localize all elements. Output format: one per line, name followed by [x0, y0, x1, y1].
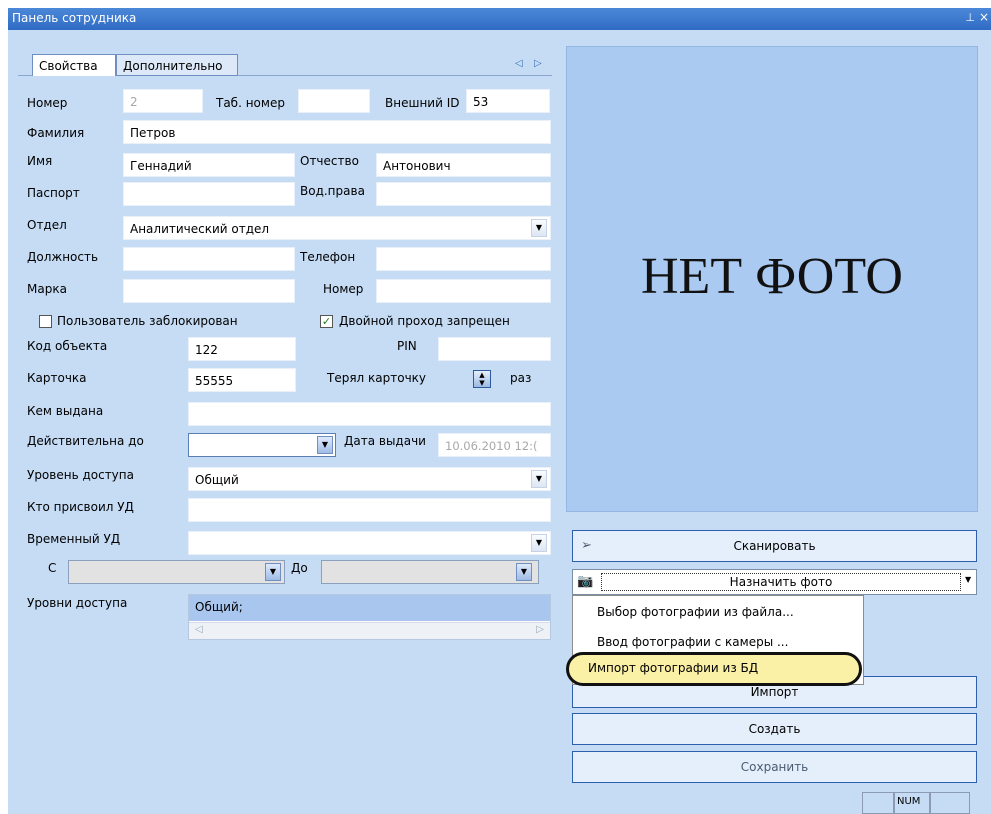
to-field[interactable]: [321, 560, 539, 584]
menu-item-from-camera[interactable]: Ввод фотографии с камеры ...: [597, 635, 788, 649]
scanner-icon: ➢: [581, 538, 592, 553]
from-chevron-down-icon[interactable]: ▼: [265, 563, 281, 581]
name-field[interactable]: Геннадий: [123, 153, 295, 177]
number-label: Номер: [27, 96, 68, 110]
number-field[interactable]: 2: [123, 89, 203, 113]
patronymic-label: Отчество: [300, 154, 359, 168]
assign-photo-button[interactable]: 📷 Назначить фото ▼: [572, 569, 977, 595]
from-field[interactable]: [68, 560, 285, 584]
tab-properties[interactable]: Свойства: [32, 54, 116, 76]
status-num: NUM: [894, 792, 930, 814]
to-chevron-down-icon[interactable]: ▼: [516, 563, 532, 581]
valid-until-chevron-down-icon[interactable]: ▼: [317, 436, 333, 454]
pin-icon[interactable]: ⊥: [965, 11, 975, 24]
department-chevron-down-icon[interactable]: ▼: [531, 219, 547, 237]
tab-next-icon[interactable]: ▷: [534, 58, 542, 69]
access-level-chevron-down-icon[interactable]: ▼: [531, 470, 547, 488]
scan-button-label: Сканировать: [733, 539, 816, 553]
blocked-checkbox[interactable]: [39, 315, 52, 328]
access-level-select[interactable]: Общий: [188, 467, 551, 491]
phone-label: Телефон: [300, 250, 356, 264]
object-code-label: Код объекта: [27, 339, 108, 353]
issued-by-label: Кем выдана: [27, 404, 104, 418]
to-label: До: [291, 561, 308, 575]
tab-prev-icon[interactable]: ◁: [515, 58, 523, 69]
external-id-field[interactable]: 53: [466, 89, 550, 113]
assign-photo-label: Назначить фото: [601, 573, 961, 591]
double-pass-label: Двойной проход запрещен: [339, 314, 510, 328]
card-field[interactable]: 55555: [188, 368, 296, 392]
passport-field[interactable]: [123, 182, 295, 206]
passport-label: Паспорт: [27, 186, 80, 200]
object-code-field[interactable]: 122: [188, 337, 296, 361]
access-level-label: Уровень доступа: [27, 468, 134, 482]
license-field[interactable]: [376, 182, 551, 206]
camera-icon: 📷: [577, 574, 594, 589]
horizontal-scrollbar[interactable]: ◁ ▷: [189, 622, 550, 639]
phone-field[interactable]: [376, 247, 551, 271]
window-title: Панель сотрудника: [12, 11, 137, 25]
from-label: С: [48, 561, 57, 575]
plate-label: Номер: [323, 282, 364, 296]
assigned-by-field[interactable]: [188, 498, 551, 522]
surname-field[interactable]: Петров: [123, 120, 551, 144]
create-button[interactable]: Создать: [572, 713, 977, 745]
valid-until-field[interactable]: [188, 433, 336, 457]
plate-field[interactable]: [376, 279, 551, 303]
list-item[interactable]: Общий;: [189, 595, 550, 621]
access-levels-list[interactable]: Общий; ◁ ▷: [188, 594, 551, 640]
status-box-1: [862, 792, 894, 814]
brand-label: Марка: [27, 282, 67, 296]
scroll-right-icon[interactable]: ▷: [536, 624, 544, 635]
lost-card-suffix: раз: [510, 371, 532, 385]
photo-area: НЕТ ФОТО: [566, 46, 978, 512]
save-button[interactable]: Сохранить: [572, 751, 977, 783]
assign-photo-chevron-down-icon[interactable]: ▼: [965, 575, 971, 584]
scroll-left-icon[interactable]: ◁: [195, 624, 203, 635]
tab-number-field[interactable]: [298, 89, 370, 113]
card-label: Карточка: [27, 371, 87, 385]
license-label: Вод.права: [300, 184, 365, 198]
pin-field[interactable]: [438, 337, 551, 361]
issue-date-label: Дата выдачи: [344, 434, 426, 448]
close-icon[interactable]: ×: [979, 10, 989, 24]
department-label: Отдел: [27, 218, 67, 232]
double-pass-checkbox[interactable]: ✓: [320, 315, 333, 328]
issued-by-field[interactable]: [188, 402, 551, 426]
menu-item-import-from-db[interactable]: Импорт фотографии из БД: [588, 661, 758, 675]
scan-button[interactable]: ➢ Сканировать: [572, 530, 977, 562]
temp-level-chevron-down-icon[interactable]: ▼: [531, 534, 547, 552]
patronymic-field[interactable]: Антонович: [376, 153, 551, 177]
brand-field[interactable]: [123, 279, 295, 303]
blocked-label: Пользователь заблокирован: [57, 314, 238, 328]
department-select[interactable]: Аналитический отдел: [123, 216, 551, 240]
position-label: Должность: [27, 250, 99, 264]
no-photo-text: НЕТ ФОТО: [641, 248, 903, 305]
name-label: Имя: [27, 154, 53, 168]
temp-level-select[interactable]: [188, 531, 551, 555]
valid-until-label: Действительна до: [27, 434, 144, 448]
tab-additional[interactable]: Дополнительно: [116, 54, 238, 76]
lost-card-stepper[interactable]: ▲ ▼: [473, 370, 491, 388]
tab-number-label: Таб. номер: [216, 96, 285, 110]
external-id-label: Внешний ID: [385, 96, 460, 110]
menu-item-from-file[interactable]: Выбор фотографии из файла...: [597, 605, 794, 619]
surname-label: Фамилия: [27, 126, 85, 140]
status-box-3: [930, 792, 970, 814]
assigned-by-label: Кто присвоил УД: [27, 500, 134, 514]
temp-level-label: Временный УД: [27, 532, 121, 546]
window-titlebar: Панель сотрудника ⊥ ×: [8, 8, 991, 30]
position-field[interactable]: [123, 247, 295, 271]
pin-label: PIN: [397, 339, 417, 353]
issue-date-field[interactable]: 10.06.2010 12:(: [438, 433, 551, 457]
access-levels-label: Уровни доступа: [27, 596, 128, 610]
lost-card-label: Терял карточку: [327, 371, 427, 385]
